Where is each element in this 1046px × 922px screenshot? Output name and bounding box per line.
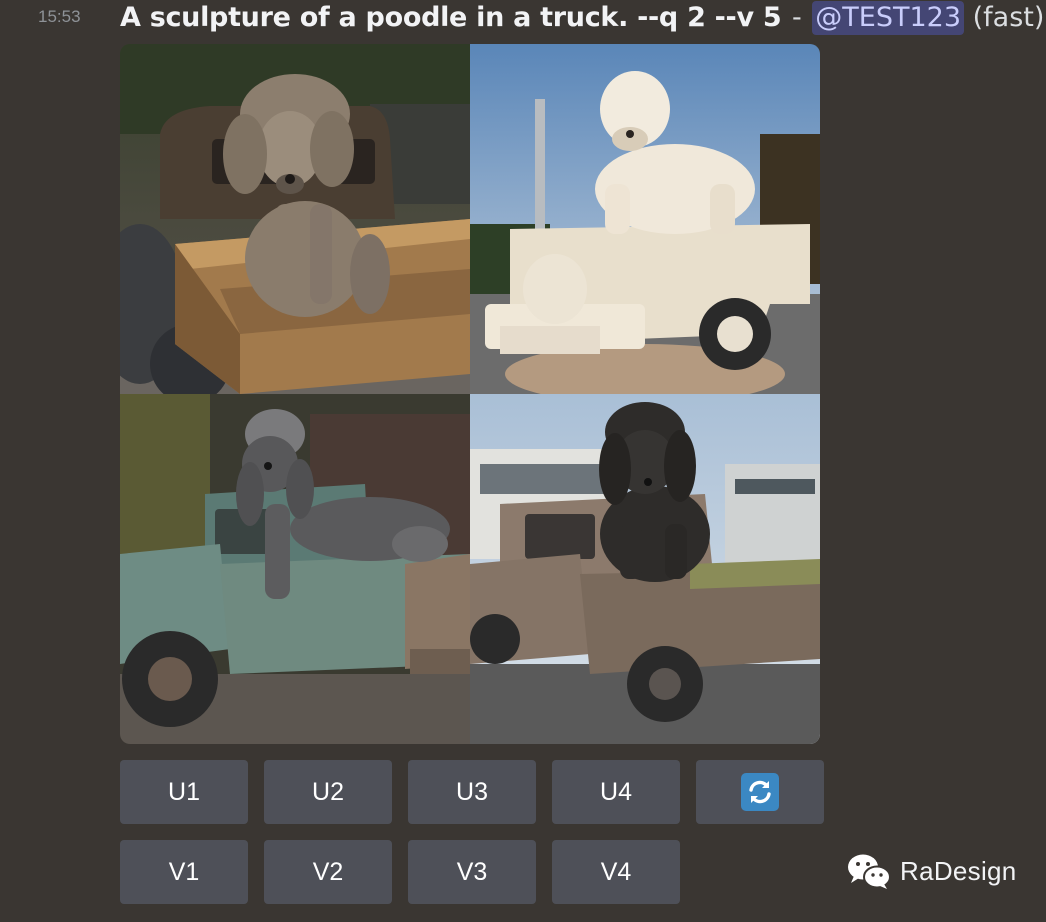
message-header: A sculpture of a poodle in a truck. --q … bbox=[120, 0, 1044, 36]
wechat-icon bbox=[848, 854, 891, 889]
upscale-2-button[interactable]: U2 bbox=[264, 760, 392, 824]
image-top-left[interactable] bbox=[120, 44, 470, 394]
message-timestamp: 15:53 bbox=[38, 7, 81, 26]
reroll-button[interactable] bbox=[696, 760, 824, 824]
image-top-right[interactable] bbox=[470, 44, 820, 394]
poodle-truck-image-4 bbox=[470, 394, 820, 744]
watermark: RaDesign bbox=[846, 851, 1017, 891]
poodle-truck-image-1 bbox=[120, 44, 470, 394]
upscale-3-button[interactable]: U3 bbox=[408, 760, 536, 824]
upscale-4-button[interactable]: U4 bbox=[552, 760, 680, 824]
variation-3-button[interactable]: V3 bbox=[408, 840, 536, 904]
upscale-1-button[interactable]: U1 bbox=[120, 760, 248, 824]
image-grid[interactable] bbox=[120, 44, 820, 744]
generation-mode: (fast) bbox=[972, 2, 1045, 33]
separator: - bbox=[791, 2, 802, 33]
chat-message: 15:53 A sculpture of a poodle in a truck… bbox=[0, 0, 1046, 922]
watermark-text: RaDesign bbox=[900, 855, 1017, 886]
poodle-truck-image-3 bbox=[120, 394, 470, 744]
image-bottom-right[interactable] bbox=[470, 394, 820, 744]
variation-2-button[interactable]: V2 bbox=[264, 840, 392, 904]
variation-buttons-row: V1 V2 V3 V4 bbox=[120, 840, 680, 904]
image-bottom-left[interactable] bbox=[120, 394, 470, 744]
poodle-truck-image-2 bbox=[470, 44, 820, 394]
prompt-text: A sculpture of a poodle in a truck. --q … bbox=[120, 2, 782, 33]
reroll-icon bbox=[741, 773, 779, 811]
user-mention[interactable]: @TEST123 bbox=[812, 1, 965, 35]
variation-1-button[interactable]: V1 bbox=[120, 840, 248, 904]
upscale-buttons-row: U1 U2 U3 U4 bbox=[120, 760, 824, 824]
variation-4-button[interactable]: V4 bbox=[552, 840, 680, 904]
